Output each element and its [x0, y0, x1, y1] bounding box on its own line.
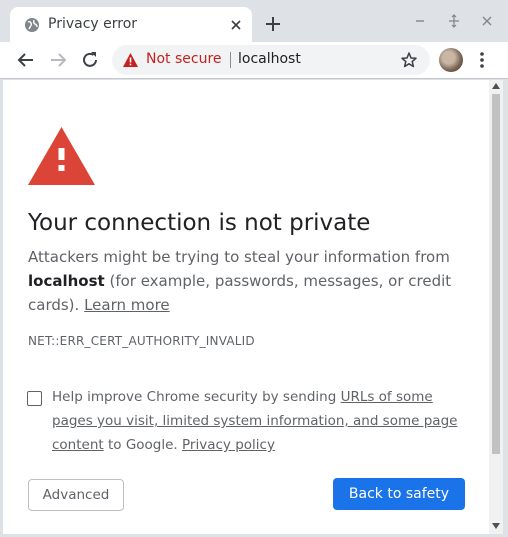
host-name: localhost: [28, 272, 105, 290]
omnibox-divider: [230, 52, 231, 68]
advanced-button[interactable]: Advanced: [28, 479, 124, 511]
star-icon[interactable]: [400, 51, 418, 69]
scroll-up-arrow-icon[interactable]: [492, 83, 500, 89]
warning-triangle-icon[interactable]: [122, 52, 139, 68]
window-close-icon[interactable]: [479, 13, 495, 29]
tab-title: Privacy error: [48, 16, 138, 32]
error-code: NET::ERR_CERT_AUTHORITY_INVALID: [28, 334, 255, 348]
tab-privacy-error[interactable]: Privacy error: [10, 7, 252, 43]
title-bar: Privacy error: [0, 0, 508, 43]
page-title: Your connection is not private: [28, 210, 371, 236]
scrollbar-thumb[interactable]: [492, 94, 500, 454]
minimize-icon[interactable]: [412, 13, 428, 29]
optin-checkbox[interactable]: [27, 391, 42, 406]
address-bar[interactable]: Not secure localhost: [112, 45, 430, 75]
optin-message: Help improve Chrome security by sending …: [52, 385, 462, 457]
back-to-safety-button[interactable]: Back to safety: [333, 478, 465, 510]
more-vert-icon[interactable]: [475, 50, 489, 70]
forward-arrow-icon[interactable]: [48, 50, 68, 70]
close-icon[interactable]: [228, 17, 244, 33]
vertical-scrollbar[interactable]: [489, 80, 503, 534]
back-arrow-icon[interactable]: [16, 50, 36, 70]
globe-icon: [25, 18, 39, 32]
maximize-icon[interactable]: [446, 13, 462, 29]
profile-avatar[interactable]: [439, 48, 463, 72]
privacy-policy-link[interactable]: Privacy policy: [182, 437, 275, 453]
reload-icon[interactable]: [80, 50, 100, 70]
learn-more-link[interactable]: Learn more: [84, 296, 170, 314]
optin-prefix: Help improve Chrome security by sending: [52, 389, 337, 405]
window-frame-right: [503, 80, 508, 537]
scroll-down-arrow-icon[interactable]: [492, 523, 500, 529]
main-message: Attackers might be trying to steal your …: [28, 245, 468, 317]
url-text[interactable]: localhost: [238, 51, 301, 67]
explanation-prefix: Attackers might be trying to steal your …: [28, 248, 450, 266]
warning-triangle-icon: [28, 127, 95, 185]
toolbar: Not secure localhost: [0, 42, 508, 79]
not-secure-label[interactable]: Not secure: [146, 51, 222, 67]
interstitial-page: Your connection is not private Attackers…: [3, 80, 489, 534]
optin-middle: to Google.: [107, 437, 178, 453]
plus-icon[interactable]: [263, 14, 283, 34]
